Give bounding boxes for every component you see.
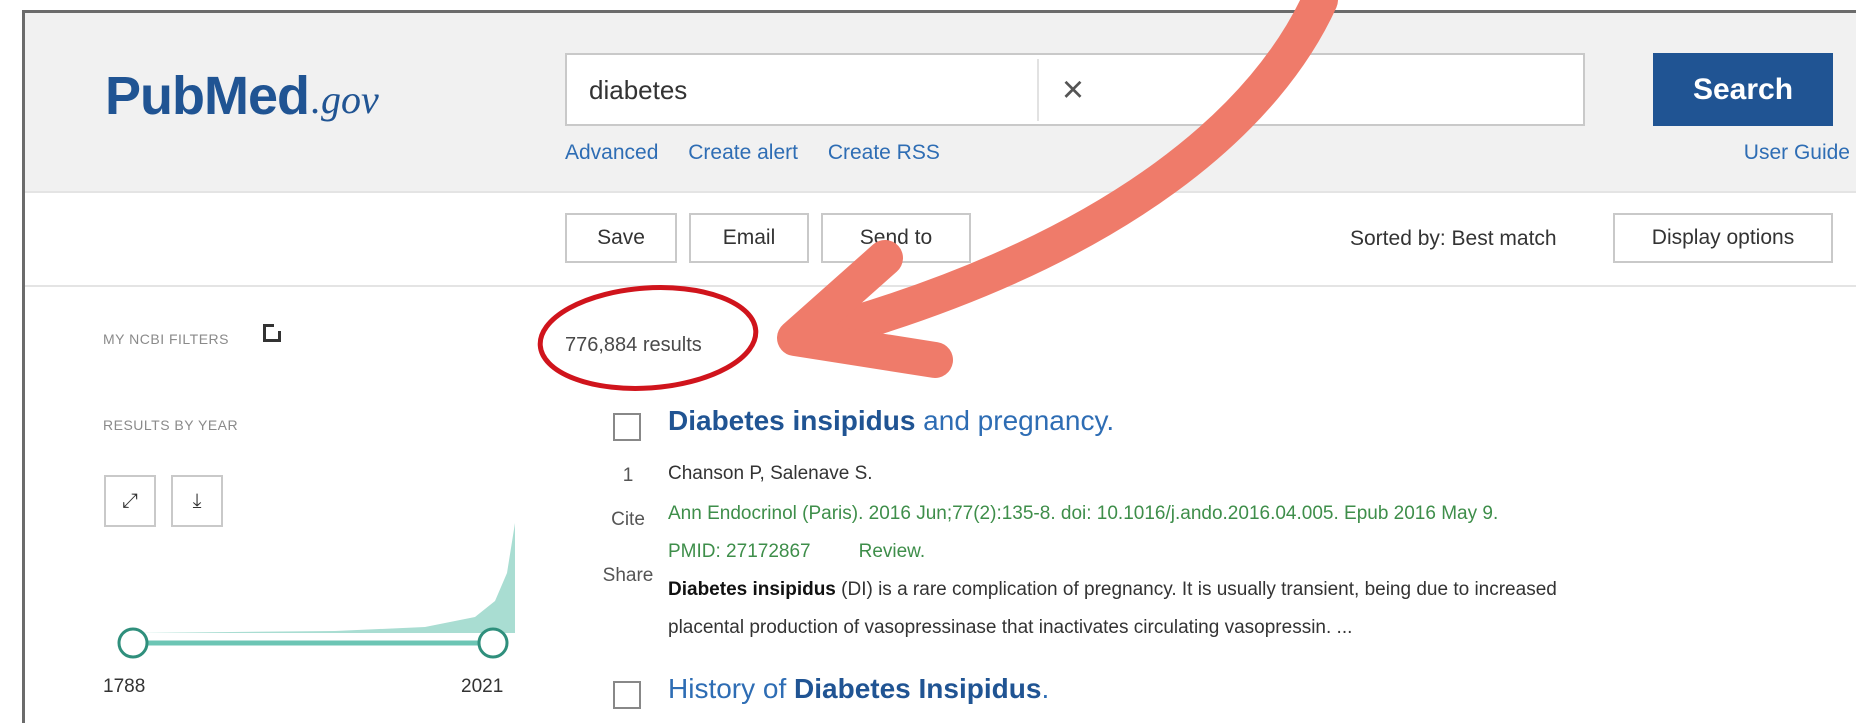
annotation-arrow-shaft [787, 0, 1338, 356]
annotation-circle [537, 285, 759, 391]
annotation-overlay [537, 0, 1338, 391]
